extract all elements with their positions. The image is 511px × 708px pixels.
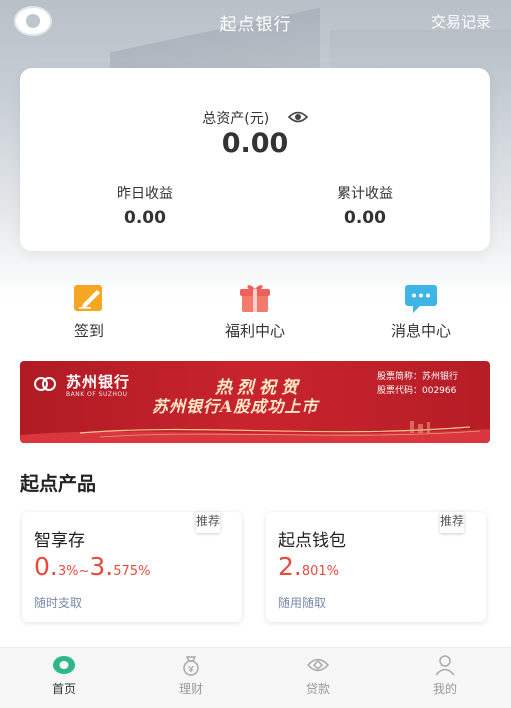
welfare-center-label: 福利中心 bbox=[224, 322, 285, 340]
tab-loan-label: 贷款 bbox=[305, 682, 330, 696]
checkin-pencil-icon bbox=[71, 282, 107, 314]
tab-wealth[interactable]: 理财 bbox=[151, 654, 231, 697]
cumulative-earnings-label: 累计收益 bbox=[337, 186, 393, 202]
promo-banner[interactable]: 苏州银行 BANK OF SUZHOU 热烈祝贺 苏州银行A股成功上市 股票简称… bbox=[20, 361, 490, 443]
message-bubble-icon bbox=[403, 282, 439, 314]
cumulative-earnings: 累计收益 0.00 bbox=[265, 183, 465, 228]
recommend-tag: 推荐 bbox=[440, 512, 464, 533]
tab-profile[interactable]: 我的 bbox=[405, 654, 485, 697]
profile-icon bbox=[433, 654, 457, 676]
top-bar: 起点银行 交易记录 bbox=[0, 0, 511, 44]
tab-home-label: 首页 bbox=[51, 682, 76, 696]
product-rate: 0.3%~3.575% bbox=[34, 552, 151, 581]
gift-icon bbox=[237, 282, 273, 314]
welfare-center-button[interactable]: 福利中心 bbox=[180, 282, 330, 341]
bank-name: 苏州银行 bbox=[66, 373, 131, 391]
yesterday-earnings-label: 昨日收益 bbox=[117, 186, 173, 202]
total-assets-row: 总资产(元) bbox=[20, 108, 490, 128]
bank-logo-icon bbox=[34, 377, 56, 391]
product-desc: 随用随取 bbox=[278, 596, 327, 610]
total-assets-value: 0.00 bbox=[221, 128, 289, 159]
bottom-tab-bar: 首页 理财 贷款 我的 bbox=[0, 647, 511, 708]
tab-loan[interactable]: 贷款 bbox=[278, 654, 358, 697]
tab-profile-label: 我的 bbox=[432, 682, 457, 696]
home-icon bbox=[52, 654, 76, 676]
product-name: 智享存 bbox=[34, 531, 85, 551]
cumulative-earnings-value: 0.00 bbox=[344, 208, 386, 228]
tab-wealth-label: 理财 bbox=[178, 682, 203, 696]
message-center-label: 消息中心 bbox=[390, 322, 451, 340]
bank-name-en: BANK OF SUZHOU bbox=[66, 391, 128, 398]
message-center-button[interactable]: 消息中心 bbox=[346, 282, 496, 341]
stock-code: 股票代码：002966 bbox=[377, 386, 457, 396]
yesterday-earnings-value: 0.00 bbox=[124, 208, 166, 228]
stock-info: 股票简称：苏州银行 股票代码：002966 bbox=[377, 370, 458, 398]
asset-card: 总资产(元) 0.00 昨日收益 0.00 累计收益 0.00 bbox=[20, 68, 490, 251]
product-desc: 随时支取 bbox=[34, 596, 83, 610]
product-name: 起点钱包 bbox=[278, 531, 346, 551]
checkin-button[interactable]: 签到 bbox=[14, 282, 164, 341]
product-rate: 2.801% bbox=[278, 552, 340, 581]
tab-home[interactable]: 首页 bbox=[24, 654, 104, 697]
product-card[interactable]: 起点钱包 2.801% 随用随取 推荐 bbox=[266, 512, 486, 622]
products-section-title: 起点产品 bbox=[20, 473, 97, 495]
gold-wave-decoration bbox=[20, 421, 490, 443]
eye-icon[interactable] bbox=[287, 111, 308, 127]
yesterday-earnings: 昨日收益 0.00 bbox=[45, 183, 245, 228]
stock-name: 股票简称：苏州银行 bbox=[377, 372, 459, 382]
total-assets-label: 总资产(元) bbox=[202, 111, 270, 127]
recommend-tag: 推荐 bbox=[196, 512, 220, 533]
checkin-label: 签到 bbox=[73, 322, 104, 340]
transaction-records-link[interactable]: 交易记录 bbox=[431, 11, 491, 32]
wealth-bag-icon bbox=[179, 654, 203, 676]
banner-headline-2: 苏州银行A股成功上市 bbox=[152, 397, 319, 416]
product-card[interactable]: 智享存 0.3%~3.575% 随时支取 推荐 bbox=[22, 512, 242, 622]
loan-eye-icon bbox=[306, 654, 330, 676]
